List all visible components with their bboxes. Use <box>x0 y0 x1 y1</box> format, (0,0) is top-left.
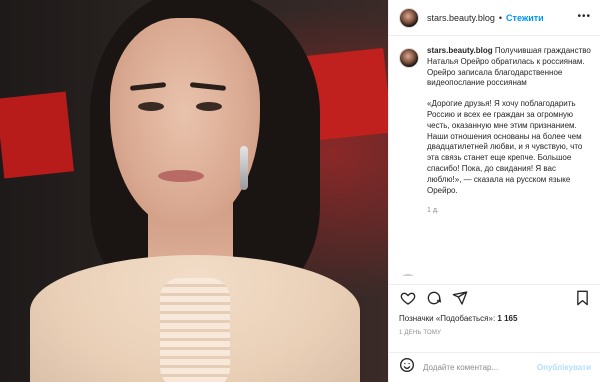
header-username[interactable]: stars.beauty.blog <box>427 13 495 23</box>
publish-button[interactable]: Опублікувати <box>537 363 591 372</box>
photo-eye-right <box>196 102 222 111</box>
post-photo[interactable] <box>0 0 388 382</box>
likes-prefix: Позначки «Подобається»: <box>399 314 496 323</box>
follow-button[interactable]: Стежити <box>506 13 544 23</box>
caption: stars.beauty.blog Получившая гражданство… <box>399 46 591 217</box>
caption-username[interactable]: stars.beauty.blog <box>427 46 493 55</box>
photo-banner-red-left <box>0 91 74 179</box>
photo-eye-left <box>138 102 164 111</box>
heart-icon[interactable] <box>397 287 419 309</box>
caption-time: 1 д. <box>427 207 439 215</box>
comments-list[interactable]: stars.beauty.blog Получившая гражданство… <box>389 46 600 276</box>
photo-ruffle <box>160 278 230 382</box>
action-bar <box>389 284 600 310</box>
bookmark-icon[interactable] <box>571 287 593 309</box>
avatar[interactable] <box>399 7 419 28</box>
comment-icon[interactable] <box>423 287 445 309</box>
header-separator: • <box>498 12 503 23</box>
caption-avatar[interactable] <box>399 48 419 68</box>
post-side-panel: stars.beauty.blog • Стежити ••• stars.be… <box>388 0 600 382</box>
likes-count[interactable]: Позначки «Подобається»: 1 165 <box>399 314 517 323</box>
more-dots-icon[interactable]: ••• <box>577 11 591 22</box>
send-icon[interactable] <box>449 287 471 309</box>
post-header: stars.beauty.blog • Стежити ••• <box>389 0 600 36</box>
photo-earring <box>240 146 248 190</box>
caption-text: stars.beauty.blog Получившая гражданство… <box>427 46 591 217</box>
likes-number[interactable]: 1 165 <box>497 314 517 323</box>
next-comment-avatar[interactable] <box>399 274 417 276</box>
smiley-icon[interactable] <box>399 357 415 378</box>
comment-input[interactable] <box>423 363 543 372</box>
posted-ago: 1 ДЕНЬ ТОМУ <box>399 330 442 336</box>
photo-lips <box>158 170 204 182</box>
caption-paragraph-2: «Дорогие друзья! Я хочу поблагодарить Ро… <box>427 99 583 195</box>
add-comment-bar: Опублікувати <box>389 352 600 382</box>
